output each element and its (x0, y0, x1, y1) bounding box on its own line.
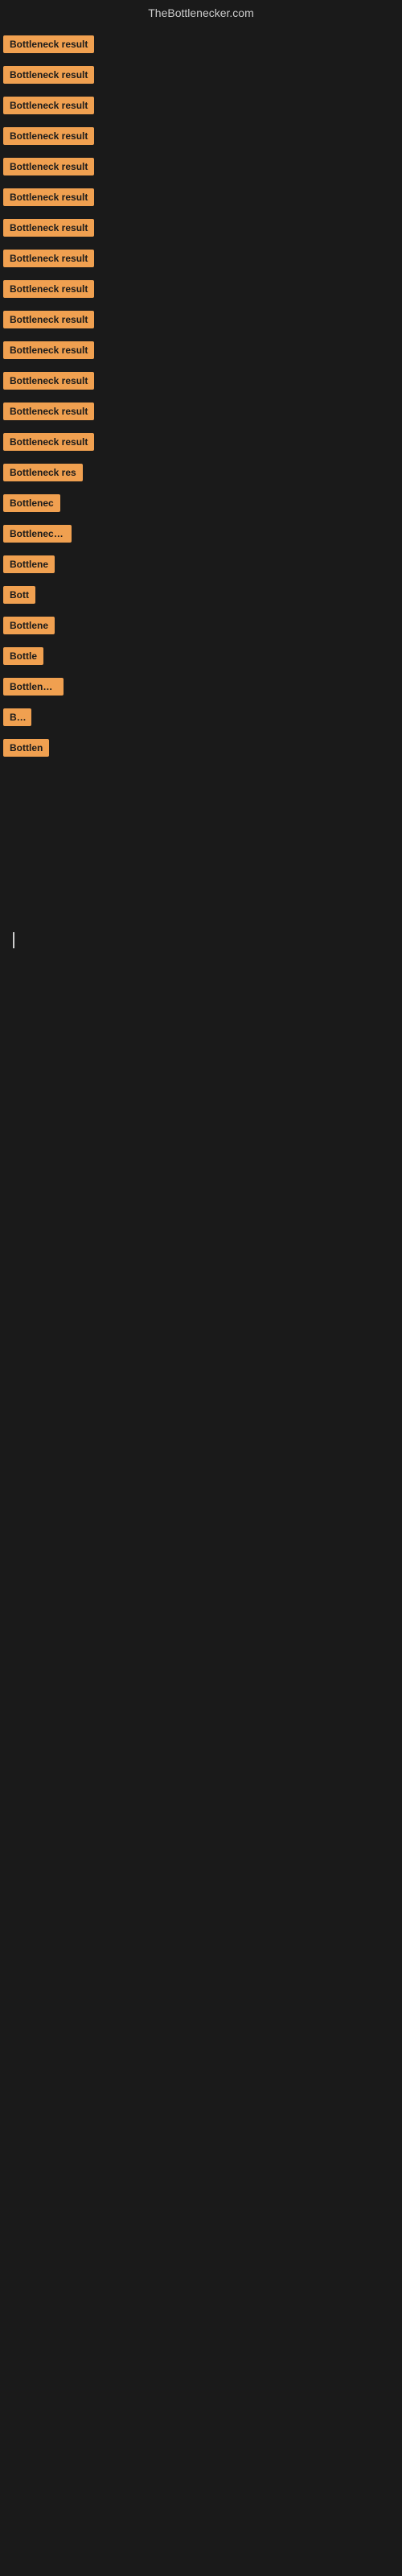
list-item: Bottlen (3, 733, 402, 763)
bottleneck-badge[interactable]: Bottlen (3, 739, 49, 757)
bottleneck-badge[interactable]: Bottleneck result (3, 341, 94, 359)
list-item: Bot (3, 702, 402, 733)
site-title: TheBottlenecker.com (148, 6, 254, 19)
list-item: Bottlene (3, 549, 402, 580)
bottleneck-badge[interactable]: Bot (3, 708, 31, 726)
bottleneck-badge[interactable]: Bottlenec (3, 494, 60, 512)
bottleneck-badge[interactable]: Bottleneck result (3, 433, 94, 451)
items-container: Bottleneck result Bottleneck result Bottle… (0, 29, 402, 763)
list-item: Bottleneck result (3, 335, 402, 365)
bottleneck-badge[interactable]: Bottleneck result (3, 311, 94, 328)
list-item: Bottlenec (3, 488, 402, 518)
bottleneck-badge[interactable]: Bottleneck result (3, 35, 94, 53)
list-item: Bottleneck result (3, 396, 402, 427)
list-item: Bottleneck result (3, 151, 402, 182)
bottleneck-badge[interactable]: Bottleneck res (3, 464, 83, 481)
cursor-indicator (13, 932, 14, 948)
bottleneck-badge[interactable]: Bottleneck result (3, 280, 94, 298)
list-item: Bottleneck result (3, 365, 402, 396)
list-item: Bottleneck result (3, 243, 402, 274)
list-item: Bottle (3, 641, 402, 671)
bottleneck-badge[interactable]: Bottleneck result (3, 158, 94, 175)
bottleneck-badge[interactable]: Bottleneck result (3, 188, 94, 206)
list-item: Bottleneck result (3, 121, 402, 151)
bottleneck-badge[interactable]: Bottlene (3, 617, 55, 634)
bottleneck-badge[interactable]: Bottleneck result (3, 66, 94, 84)
list-item: Bottleneck result (3, 274, 402, 304)
list-item: Bottleneck result (3, 90, 402, 121)
bottleneck-badge[interactable]: Bottleneck result (3, 372, 94, 390)
list-item: Bottleneck result (3, 182, 402, 213)
list-item: Bottlene (3, 610, 402, 641)
bottleneck-badge[interactable]: Bott (3, 586, 35, 604)
site-header: TheBottlenecker.com (0, 0, 402, 29)
bottleneck-badge[interactable]: Bottleneck result (3, 250, 94, 267)
list-item: Bottleneck result (3, 213, 402, 243)
bottleneck-badge[interactable]: Bottlene (3, 555, 55, 573)
list-item: Bottleneck result (3, 29, 402, 60)
bottleneck-badge[interactable]: Bottle (3, 647, 43, 665)
list-item: Bottleneck result (3, 427, 402, 457)
bottleneck-badge[interactable]: Bottleneck result (3, 219, 94, 237)
list-item: Bottleneck result (3, 304, 402, 335)
list-item: Bottleneck res (3, 457, 402, 488)
list-item: Bottleneck (3, 671, 402, 702)
bottleneck-badge[interactable]: Bottleneck r (3, 525, 72, 543)
bottleneck-badge[interactable]: Bottleneck result (3, 402, 94, 420)
bottleneck-badge[interactable]: Bottleneck (3, 678, 64, 696)
bottleneck-badge[interactable]: Bottleneck result (3, 97, 94, 114)
list-item: Bottleneck r (3, 518, 402, 549)
list-item: Bottleneck result (3, 60, 402, 90)
bottleneck-badge[interactable]: Bottleneck result (3, 127, 94, 145)
list-item: Bott (3, 580, 402, 610)
